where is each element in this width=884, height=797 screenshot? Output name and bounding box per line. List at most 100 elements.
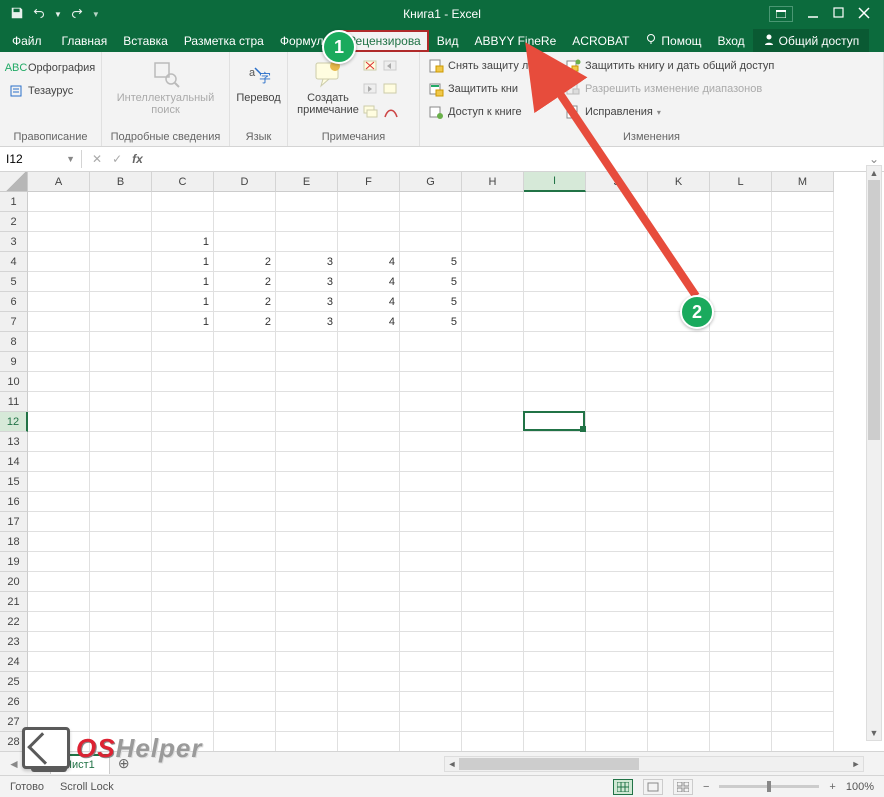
cell[interactable] — [90, 312, 152, 332]
cell[interactable] — [338, 192, 400, 212]
cell[interactable] — [710, 532, 772, 552]
cell[interactable] — [28, 192, 90, 212]
cell[interactable] — [214, 632, 276, 652]
cell[interactable] — [586, 292, 648, 312]
column-header[interactable]: G — [400, 172, 462, 192]
cell[interactable] — [152, 192, 214, 212]
cell[interactable] — [648, 572, 710, 592]
row-header[interactable]: 16 — [0, 492, 28, 512]
cell[interactable] — [276, 552, 338, 572]
cell[interactable] — [90, 552, 152, 572]
row-header[interactable]: 18 — [0, 532, 28, 552]
cell[interactable] — [338, 532, 400, 552]
cell[interactable] — [772, 352, 834, 372]
cell[interactable] — [710, 472, 772, 492]
cell[interactable]: 1 — [152, 232, 214, 252]
cell[interactable] — [28, 292, 90, 312]
cell[interactable] — [90, 532, 152, 552]
cell[interactable] — [28, 352, 90, 372]
sheet-nav-prev-icon[interactable]: ◄ — [8, 757, 20, 771]
cell[interactable] — [276, 612, 338, 632]
cell[interactable] — [276, 492, 338, 512]
cell[interactable] — [772, 432, 834, 452]
cell[interactable] — [648, 612, 710, 632]
cell[interactable] — [462, 712, 524, 732]
cell[interactable] — [276, 352, 338, 372]
cell[interactable] — [28, 692, 90, 712]
cell[interactable] — [648, 192, 710, 212]
cell[interactable] — [772, 232, 834, 252]
cell[interactable] — [90, 592, 152, 612]
cell[interactable] — [338, 732, 400, 752]
cell[interactable] — [710, 692, 772, 712]
cell[interactable] — [400, 632, 462, 652]
cell[interactable] — [28, 452, 90, 472]
row-header[interactable]: 25 — [0, 672, 28, 692]
cell[interactable] — [338, 352, 400, 372]
cell[interactable] — [524, 412, 586, 432]
cell[interactable] — [400, 532, 462, 552]
cell[interactable] — [152, 432, 214, 452]
cell[interactable]: 4 — [338, 272, 400, 292]
cell[interactable] — [524, 392, 586, 412]
cell[interactable] — [524, 672, 586, 692]
cell[interactable] — [28, 672, 90, 692]
row-header[interactable]: 3 — [0, 232, 28, 252]
row-header[interactable]: 15 — [0, 472, 28, 492]
zoom-out-button[interactable]: − — [703, 781, 709, 793]
cell[interactable] — [276, 432, 338, 452]
thesaurus-button[interactable]: Тезаурус — [6, 81, 97, 101]
cell[interactable] — [524, 212, 586, 232]
row-header[interactable]: 7 — [0, 312, 28, 332]
fx-icon[interactable]: fx — [132, 152, 143, 166]
cell[interactable] — [276, 392, 338, 412]
cell[interactable] — [524, 472, 586, 492]
cell[interactable] — [462, 652, 524, 672]
cell[interactable] — [710, 352, 772, 372]
cell[interactable] — [338, 492, 400, 512]
cell[interactable] — [400, 372, 462, 392]
cell[interactable] — [276, 632, 338, 652]
cell[interactable] — [214, 652, 276, 672]
cell[interactable] — [524, 192, 586, 212]
ribbon-display-icon[interactable] — [769, 6, 793, 22]
cell[interactable] — [586, 512, 648, 532]
cell[interactable] — [152, 212, 214, 232]
cell[interactable]: 4 — [338, 312, 400, 332]
cell[interactable] — [276, 532, 338, 552]
next-comment-icon[interactable] — [362, 81, 380, 102]
row-header[interactable]: 5 — [0, 272, 28, 292]
cell[interactable] — [586, 632, 648, 652]
cell[interactable] — [28, 492, 90, 512]
cell[interactable] — [400, 572, 462, 592]
cell[interactable] — [586, 532, 648, 552]
column-header[interactable]: L — [710, 172, 772, 192]
cell[interactable] — [28, 412, 90, 432]
cell[interactable] — [772, 712, 834, 732]
sign-in[interactable]: Вход — [710, 30, 753, 52]
cell[interactable] — [152, 632, 214, 652]
cell[interactable] — [648, 712, 710, 732]
select-all-corner[interactable] — [0, 172, 28, 192]
row-header[interactable]: 12 — [0, 412, 28, 432]
cell[interactable] — [586, 412, 648, 432]
cell[interactable] — [710, 252, 772, 272]
maximize-icon[interactable] — [833, 7, 844, 21]
cell[interactable] — [90, 372, 152, 392]
cell[interactable] — [462, 392, 524, 412]
row-header[interactable]: 24 — [0, 652, 28, 672]
cell[interactable] — [214, 452, 276, 472]
cell[interactable]: 4 — [338, 252, 400, 272]
cell[interactable] — [710, 392, 772, 412]
cell[interactable] — [710, 292, 772, 312]
enter-formula-icon[interactable]: ✓ — [112, 152, 122, 166]
cell[interactable] — [648, 372, 710, 392]
cell[interactable] — [710, 552, 772, 572]
cell[interactable] — [400, 332, 462, 352]
cell[interactable]: 2 — [214, 252, 276, 272]
page-break-view-button[interactable] — [673, 779, 693, 795]
cell[interactable]: 5 — [400, 272, 462, 292]
cell[interactable] — [276, 332, 338, 352]
cell[interactable] — [586, 492, 648, 512]
cell[interactable] — [276, 512, 338, 532]
